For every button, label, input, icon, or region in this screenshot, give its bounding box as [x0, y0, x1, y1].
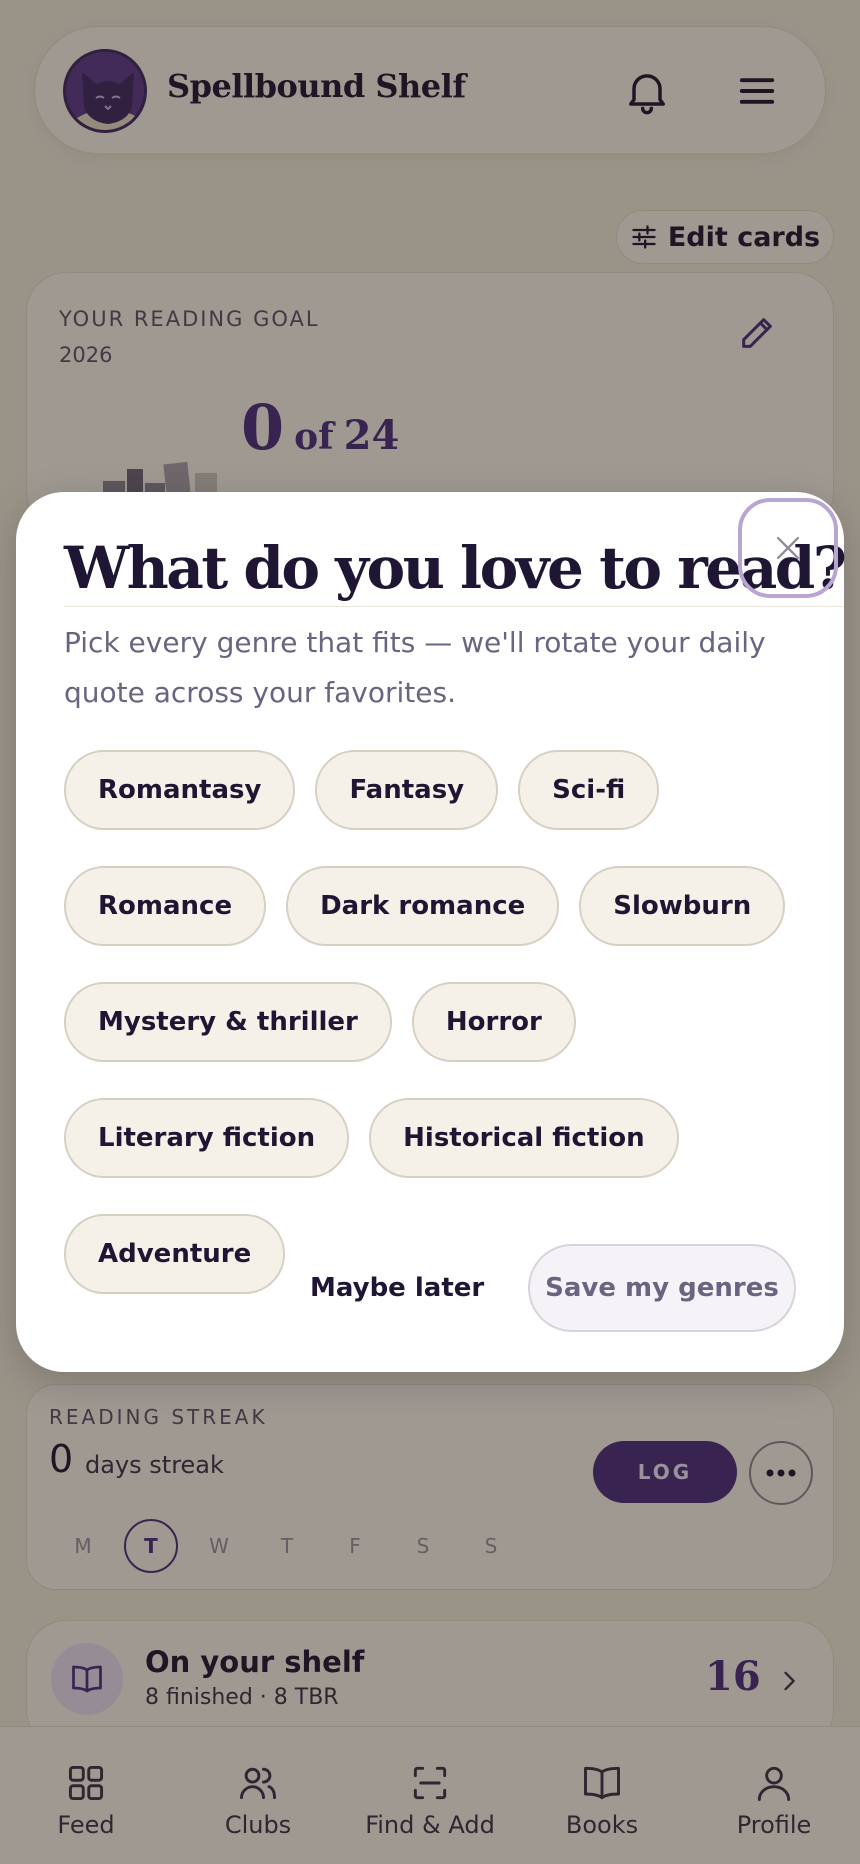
- genre-chip-historical-fiction[interactable]: Historical fiction: [369, 1098, 679, 1178]
- genre-chip-literary-fiction[interactable]: Literary fiction: [64, 1098, 350, 1178]
- genre-chip-romantasy[interactable]: Romantasy: [64, 750, 296, 830]
- save-genres-button[interactable]: Save my genres: [528, 1244, 796, 1332]
- close-button[interactable]: [738, 498, 838, 598]
- close-icon: [776, 536, 800, 560]
- dialog-title: What do you love to read?: [64, 534, 847, 607]
- maybe-later-button[interactable]: Maybe later: [310, 1244, 484, 1332]
- genre-chip-slowburn[interactable]: Slowburn: [579, 866, 786, 946]
- genre-chip-fantasy[interactable]: Fantasy: [315, 750, 499, 830]
- genre-chip-sci-fi[interactable]: Sci-fi: [518, 750, 660, 830]
- genre-chip-list: Romantasy Fantasy Sci-fi Romance Dark ro…: [64, 750, 804, 1294]
- dialog-actions: Maybe later Save my genres: [16, 1244, 844, 1332]
- genre-chip-mystery-thriller[interactable]: Mystery & thriller: [64, 982, 392, 1062]
- genre-picker-dialog: What do you love to read? Pick every gen…: [16, 492, 847, 1372]
- dialog-subtitle: Pick every genre that fits — we'll rotat…: [64, 626, 766, 709]
- genre-chip-romance[interactable]: Romance: [64, 866, 267, 946]
- genre-chip-dark-romance[interactable]: Dark romance: [286, 866, 560, 946]
- genre-chip-horror[interactable]: Horror: [411, 982, 576, 1062]
